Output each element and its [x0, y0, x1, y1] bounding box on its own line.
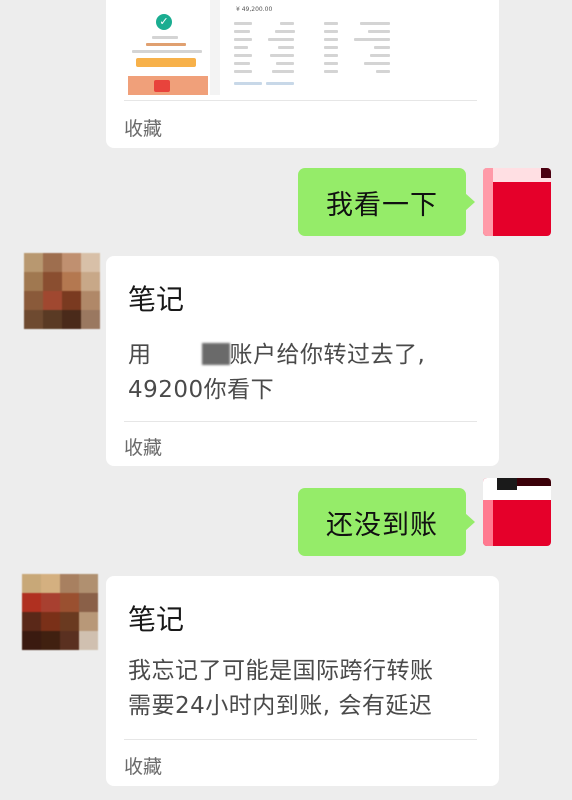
note-thumbnail[interactable]: ✓ ¥ 49,200.00	[124, 0, 480, 95]
check-circle-icon: ✓	[156, 14, 172, 30]
contact-avatar[interactable]	[22, 574, 98, 650]
sent-message-bubble[interactable]: 我看一下	[298, 168, 475, 236]
self-avatar[interactable]	[483, 168, 551, 236]
note-footer-favorite: 收藏	[124, 756, 163, 778]
note-card[interactable]: 笔记 我忘记了可能是国际跨行转账 需要24小时内到账, 会有延迟 收藏	[106, 576, 499, 786]
self-avatar[interactable]	[483, 478, 551, 546]
note-divider	[124, 739, 477, 740]
note-body-line: 49200你看下	[128, 377, 275, 403]
note-card-top[interactable]: ✓ ¥ 49,200.00 收藏	[106, 0, 499, 148]
redacted-block	[151, 336, 202, 362]
note-body: 我忘记了可能是国际跨行转账 需要24小时内到账, 会有延迟	[128, 654, 475, 724]
note-card[interactable]: 笔记 用账户给你转过去了, 49200你看下 收藏	[106, 256, 499, 466]
thumb-left-panel: ✓	[124, 0, 210, 95]
note-footer-favorite: 收藏	[124, 118, 163, 140]
note-divider	[124, 421, 477, 422]
note-title: 笔记	[128, 603, 185, 636]
note-footer-favorite: 收藏	[124, 437, 163, 459]
note-title: 笔记	[128, 283, 185, 316]
note-body-line: 用账户给你转过去了,	[128, 336, 475, 373]
sent-message-bubble[interactable]: 还没到账	[298, 488, 475, 556]
thumb-right-panel: ¥ 49,200.00	[220, 0, 480, 95]
thumb-amount: ¥ 49,200.00	[236, 6, 273, 13]
note-body: 用账户给你转过去了, 49200你看下	[128, 336, 475, 408]
redacted-block	[201, 343, 230, 365]
contact-avatar[interactable]	[24, 253, 100, 329]
note-body-line: 需要24小时内到账, 会有延迟	[128, 693, 433, 719]
note-body-line: 我忘记了可能是国际跨行转账	[128, 658, 434, 684]
note-divider	[124, 100, 477, 101]
